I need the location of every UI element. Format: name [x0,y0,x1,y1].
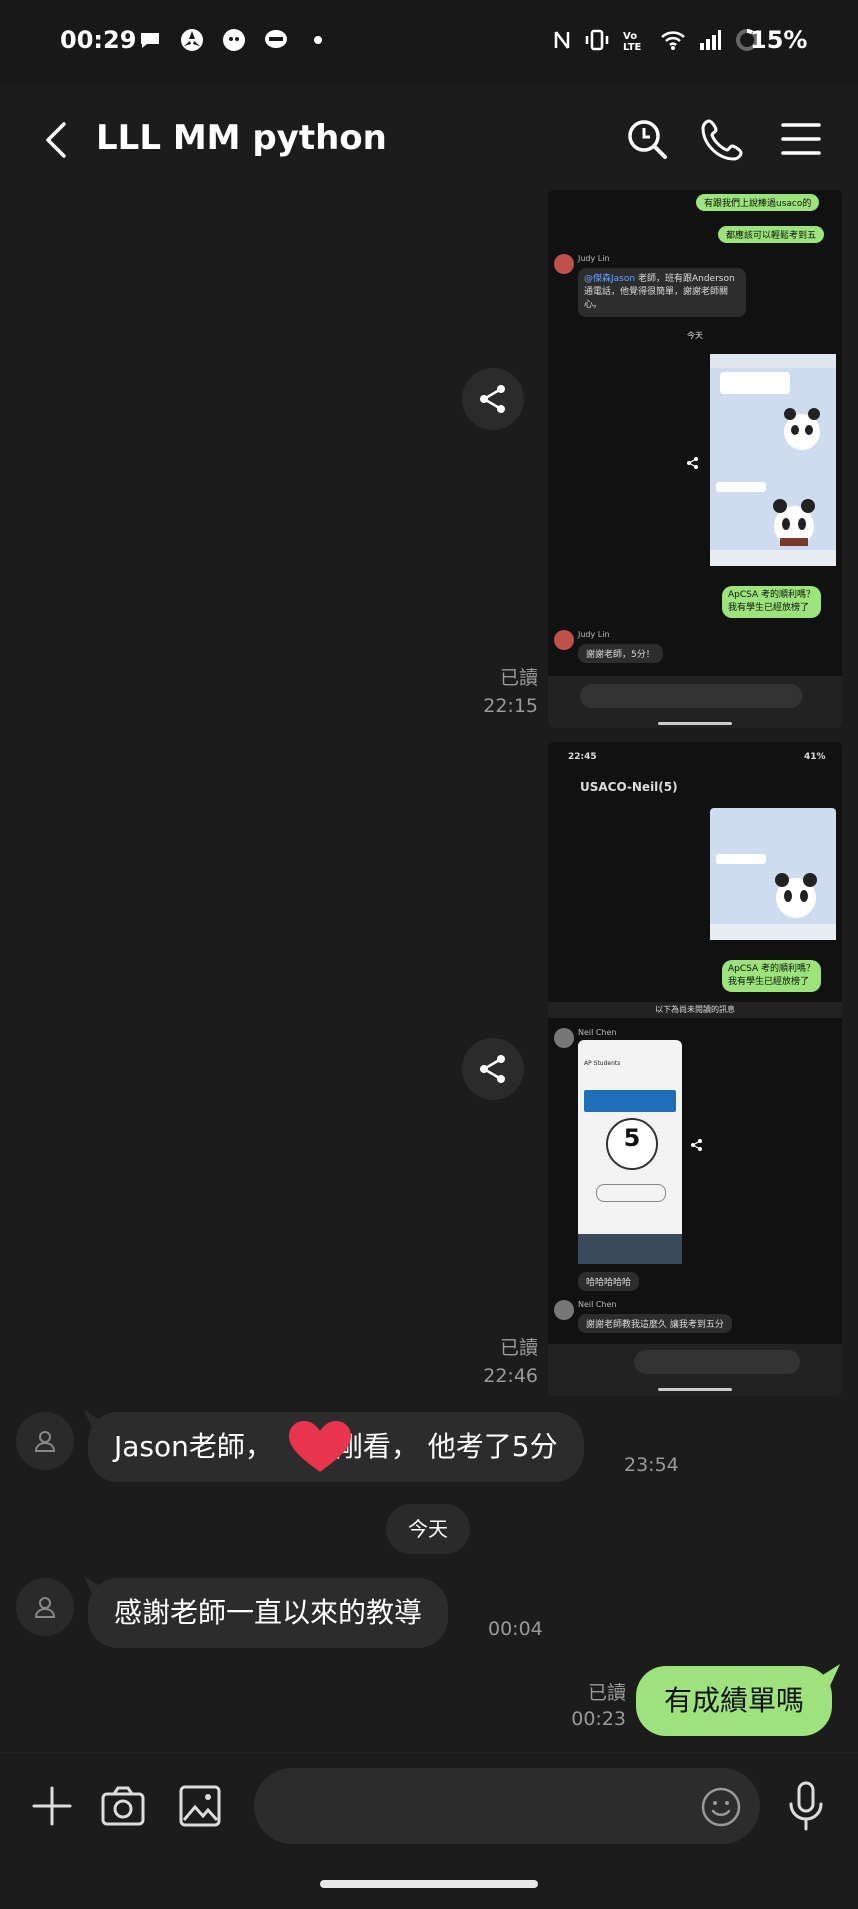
panda-sticker-3 [775,873,817,918]
read-meta-1: 已讀 22:15 [440,664,538,720]
mini-unread-line: 以下為尚未閱讀的訊息 [548,1002,842,1018]
status-right-icons: Vo LTE [552,28,760,52]
mini-sender: Judy Lin [578,254,610,263]
mini-date: 今天 [687,331,703,340]
wifi-icon [661,31,685,50]
mini-laugh: 哈哈哈哈哈 [578,1272,640,1291]
user-icon [34,1431,56,1452]
mic-icon[interactable] [784,1780,828,1832]
read-label-3: 已讀 [587,1682,626,1704]
volte-icon: VoLTE [623,31,642,52]
camera-icon[interactable] [100,1784,146,1828]
mini-status-time: 22:45 [568,752,597,762]
signal-icon [700,30,721,50]
panda-sticker-2 [773,499,815,546]
mini-mention: @傑森Jason [584,274,636,284]
chat-bubble-icon [141,33,159,48]
search-icon[interactable] [624,116,670,162]
time-1: 22:15 [483,695,538,717]
share-icon [480,385,505,413]
dot-icon [314,36,322,44]
mini-sender-2: Judy Lin [578,630,610,639]
mini-input-bar [548,676,842,728]
read-meta-2: 已讀 22:46 [440,1334,538,1390]
chat-title: LLL MM python [96,118,387,158]
panda-sticker-1 [784,408,820,450]
mini-question-line1: ApCSA 考的順利嗎？ [728,590,816,600]
battery-percent: 15% [750,26,808,54]
nested-screenshot-2 [710,808,836,940]
mini-reply: 謝謝老師，5分！ [578,644,663,663]
message-text-part1: Jason老師， [114,1430,273,1463]
message-time-2: 00:04 [488,1618,543,1640]
fan-icon [181,29,203,51]
mini-card-title: AP Students [584,1060,621,1067]
mini-chat-title: USACO-Neil(5) [580,780,678,794]
mini-outgoing-2: 都應該可以輕鬆考到五 [718,226,825,243]
mini-thanks: 謝謝老師教我這麼久 讓我考到五分 [578,1314,732,1333]
mini-avatar [554,254,574,274]
avatar[interactable] [16,1578,74,1636]
score-report-image: AP Students 5 [578,1040,682,1264]
mini-sender-4: Neil Chen [578,1300,617,1309]
phone-icon[interactable] [700,116,746,162]
read-label-2: 已讀 [499,1337,538,1359]
emoji-icon[interactable] [700,1786,742,1828]
mini-outgoing-1: 有跟我們上說棒過usaco的 [696,194,820,211]
mini-question-2: ApCSA 考的順利嗎？ 我有學生已經放榜了 [722,960,822,992]
share-button-2[interactable] [462,1038,524,1100]
share-icon [480,1055,505,1083]
time-2: 22:46 [483,1365,538,1387]
mini-sender-3: Neil Chen [578,1028,617,1037]
nested-screenshot [710,354,836,566]
message-time-3: 00:23 [571,1708,626,1730]
date-separator: 今天 [386,1504,470,1554]
mini-question2-line1: ApCSA 考的順利嗎？ [728,964,816,974]
line-icon [265,30,287,48]
mini-question: ApCSA 考的順利嗎？ 我有學生已經放榜了 [722,586,822,618]
mini-status-batt: 41% [804,752,826,762]
status-time: 00:29 [60,26,137,54]
app-icon [223,29,245,51]
menu-icon[interactable] [778,116,824,162]
redaction-heart [289,1421,351,1472]
message-time-1: 23:54 [624,1454,679,1476]
read-label-1: 已讀 [499,667,538,689]
screenshot-image-2[interactable]: 22:45 41% USACO-Neil(5) ApCSA 考的順利嗎？ 我有學… [548,742,842,1396]
mini-avatar-4 [554,1300,574,1320]
back-icon[interactable] [38,120,78,160]
user-icon [34,1597,56,1618]
mini-share-icon [687,457,698,469]
home-indicator[interactable] [320,1880,538,1888]
share-button-1[interactable] [462,368,524,430]
svg-text:Vo: Vo [623,31,637,42]
mini-question2-line2: 我有學生已經放榜了 [728,977,810,987]
message-bubble-3[interactable]: 有成績單嗎 [636,1666,833,1736]
avatar[interactable] [16,1412,74,1470]
mini-input-bar-2 [548,1344,842,1396]
status-left-icons [138,28,330,52]
nfc-icon [554,31,570,49]
vibrate-icon [585,29,609,51]
mini-share-icon-2 [691,1139,702,1151]
message-text-part2: 剛看， 他考了5分 [334,1430,558,1463]
message-bubble-2[interactable]: 感謝老師一直以來的教導 [88,1578,449,1648]
image-icon[interactable] [178,1784,222,1828]
screenshot-image-1[interactable]: 有跟我們上說棒過usaco的 都應該可以輕鬆考到五 Judy Lin @傑森Ja… [548,190,842,728]
mini-message: @傑森Jason 老師，班有跟Anderson通電話，他覺得很簡單，謝謝老師關心… [578,268,746,317]
mini-question-line2: 我有學生已經放榜了 [728,603,810,613]
svg-text:LTE: LTE [623,42,642,52]
message-input[interactable] [254,1768,760,1844]
plus-icon[interactable] [30,1784,74,1828]
mini-avatar-2 [554,630,574,650]
mini-score: 5 [623,1124,641,1152]
mini-avatar-3 [554,1028,574,1048]
